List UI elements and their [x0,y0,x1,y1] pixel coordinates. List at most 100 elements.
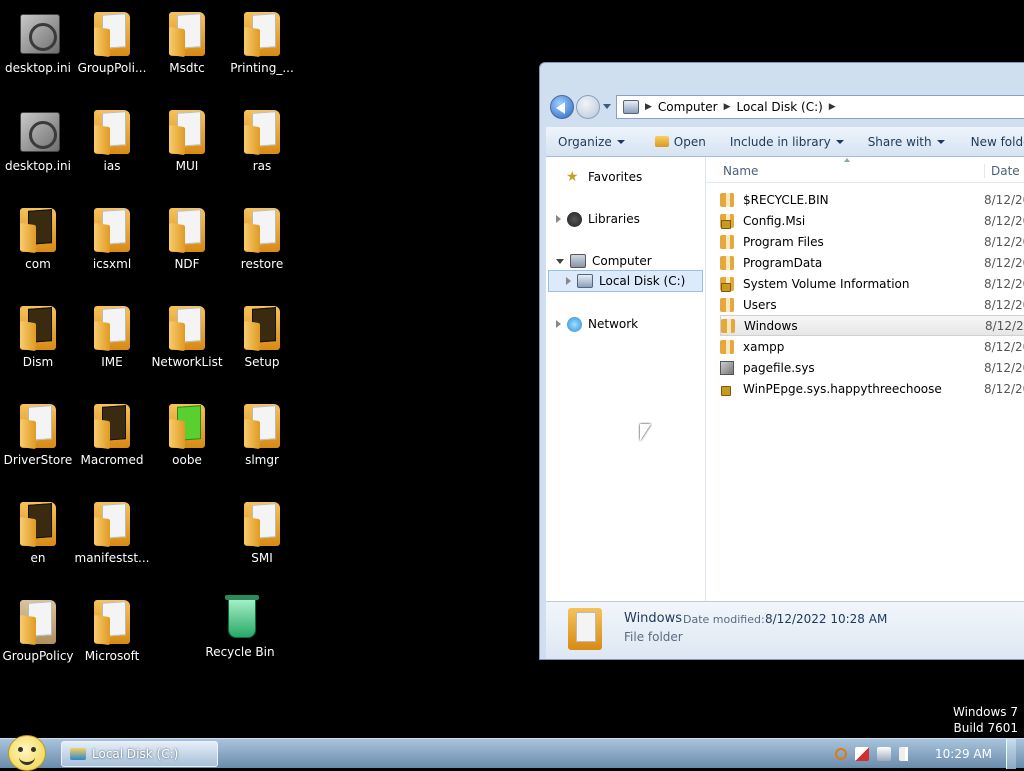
folder-icon [720,234,734,249]
desktop-icon[interactable]: desktop.ini [0,100,76,190]
file-row[interactable]: Users 8/12/20 [720,294,1024,315]
chevron-right-icon[interactable]: ▶ [645,102,652,112]
desktop-icon[interactable]: DriverStore [0,394,76,484]
desktop-icon[interactable]: oobe [149,394,225,484]
desktop-icon-label: Microsoft [84,649,140,663]
file-row-selected[interactable]: Windows 8/12/20 [720,315,1024,336]
chevron-down-icon [616,139,625,144]
desktop-icon[interactable]: Dism [0,296,76,386]
desktop-icon[interactable]: GroupPoli... [74,2,150,92]
expand-icon[interactable] [556,215,561,223]
expand-icon[interactable] [556,320,561,328]
column-header-name[interactable]: Name [723,164,758,178]
desktop-icon[interactable]: MUI [149,100,225,190]
chevron-down-icon [936,139,945,144]
file-date: 8/12/20 [984,234,1024,249]
chevron-right-icon[interactable]: ▶ [724,102,731,112]
start-button[interactable] [8,735,46,771]
file-name: ProgramData [743,255,823,270]
breadcrumb-computer[interactable]: Computer [658,100,718,114]
desktop-icon[interactable]: Setup [224,296,300,386]
desktop-icon[interactable]: manifestst... [74,492,150,582]
desktop-icon[interactable]: restore [224,198,300,288]
desktop-icon[interactable]: Msdtc [149,2,225,92]
action-center-flag-icon[interactable] [855,747,870,761]
volume-icon[interactable] [899,747,914,761]
file-name: WinPEpge.sys.happythreechoose [743,381,942,396]
desktop-icon[interactable]: SMI [224,492,300,582]
desktop-icon[interactable]: icsxml [74,198,150,288]
open-button[interactable]: Open [646,135,715,149]
expand-icon[interactable] [566,277,571,285]
back-button[interactable] [550,95,574,119]
nav-favorites[interactable]: ★ Favorites [546,166,705,188]
address-row: ▶ Computer ▶ Local Disk (C:) ▶ [546,93,1024,123]
desktop-icon[interactable]: com [0,198,76,288]
file-row[interactable]: Config.Msi 8/12/20 [720,210,1024,231]
star-icon: ★ [566,169,579,185]
folder-icon [163,10,211,58]
desktop-icon[interactable]: slmgr [224,394,300,484]
folder-icon [238,304,286,352]
file-row[interactable]: WinPEpge.sys.happythreechoose 8/12/20 [720,378,1024,399]
file-row[interactable]: $RECYCLE.BIN 8/12/20 [720,189,1024,210]
desktop-icon[interactable]: ias [74,100,150,190]
nav-network[interactable]: Network [546,313,705,335]
desktop-icon-label: NetworkList [151,355,223,369]
file-row[interactable]: xampp 8/12/20 [720,336,1024,357]
desktop-icon[interactable]: Macromed [74,394,150,484]
file-row[interactable]: System Volume Information 8/12/20 [720,273,1024,294]
nav-computer[interactable]: Computer [546,250,705,272]
desktop-icon[interactable]: NDF [149,198,225,288]
computer-icon [570,254,586,268]
desktop-icon[interactable]: Recycle Bin [202,586,278,676]
desktop-icon-label: desktop.ini [5,61,71,75]
collapse-icon[interactable] [556,258,564,264]
breadcrumb-local-disk[interactable]: Local Disk (C:) [737,100,823,114]
address-bar[interactable]: ▶ Computer ▶ Local Disk (C:) ▶ [616,95,1024,119]
watermark-build: Build 7601 [953,721,1018,735]
folder-icon [14,598,62,646]
nav-local-disk[interactable]: Local Disk (C:) [548,270,703,292]
desktop-icon[interactable]: desktop.ini [0,2,76,92]
navigation-pane: ★ Favorites Libraries Computer Local Disk… [546,157,706,601]
file-name: xampp [743,339,785,354]
nav-local-disk-label: Local Disk (C:) [599,274,686,288]
file-row[interactable]: ProgramData 8/12/20 [720,252,1024,273]
nav-libraries[interactable]: Libraries [546,208,705,230]
desktop-icon[interactable]: IME [74,296,150,386]
folder-icon [238,10,286,58]
desktop-icon[interactable]: GroupPolicy [0,590,76,680]
desktop-icon[interactable]: Printing_... [224,2,300,92]
share-with-button[interactable]: Share with [859,135,954,149]
recent-pages-dropdown-icon[interactable] [603,104,611,109]
organize-button[interactable]: Organize [546,135,634,149]
desktop-icon-label: ias [103,159,121,173]
details-pane: Windows Date modified: 8/12/2022 10:28 A… [546,601,1024,659]
network-icon[interactable] [877,747,892,761]
file-date: 8/12/20 [984,213,1024,228]
desktop-icon[interactable]: ras [224,100,300,190]
desktop-icon[interactable]: en [0,492,76,582]
file-list: Name Date mo $RECYCLE.BIN 8/12/20 Config.… [706,157,1024,601]
desktop-icon-label: GroupPoli... [77,61,147,75]
chevron-right-icon[interactable]: ▶ [829,102,836,112]
file-row[interactable]: Program Files 8/12/20 [720,231,1024,252]
show-desktop-button[interactable] [1006,739,1016,769]
forward-button[interactable] [576,95,600,119]
desktop-icon[interactable]: NetworkList [149,296,225,386]
folder-icon [14,304,62,352]
ini-file-icon [14,108,62,156]
file-row[interactable]: pagefile.sys 8/12/20 [720,357,1024,378]
column-header-date[interactable]: Date mo [984,164,1024,178]
new-folder-button[interactable]: New folder [962,135,1024,149]
desktop-icon[interactable]: Microsoft [74,590,150,680]
include-in-library-button[interactable]: Include in library [721,135,853,149]
taskbar-button-explorer[interactable]: Local Disk (C:) [61,741,218,767]
ini-file-icon [14,10,62,58]
desktop-icon-label: Dism [22,355,54,369]
search-icon[interactable] [835,748,848,760]
windows-build-watermark: Windows 7 Build 7601 [953,704,1018,736]
clock[interactable]: 10:29 AM [935,747,992,761]
folder-icon [720,339,734,354]
